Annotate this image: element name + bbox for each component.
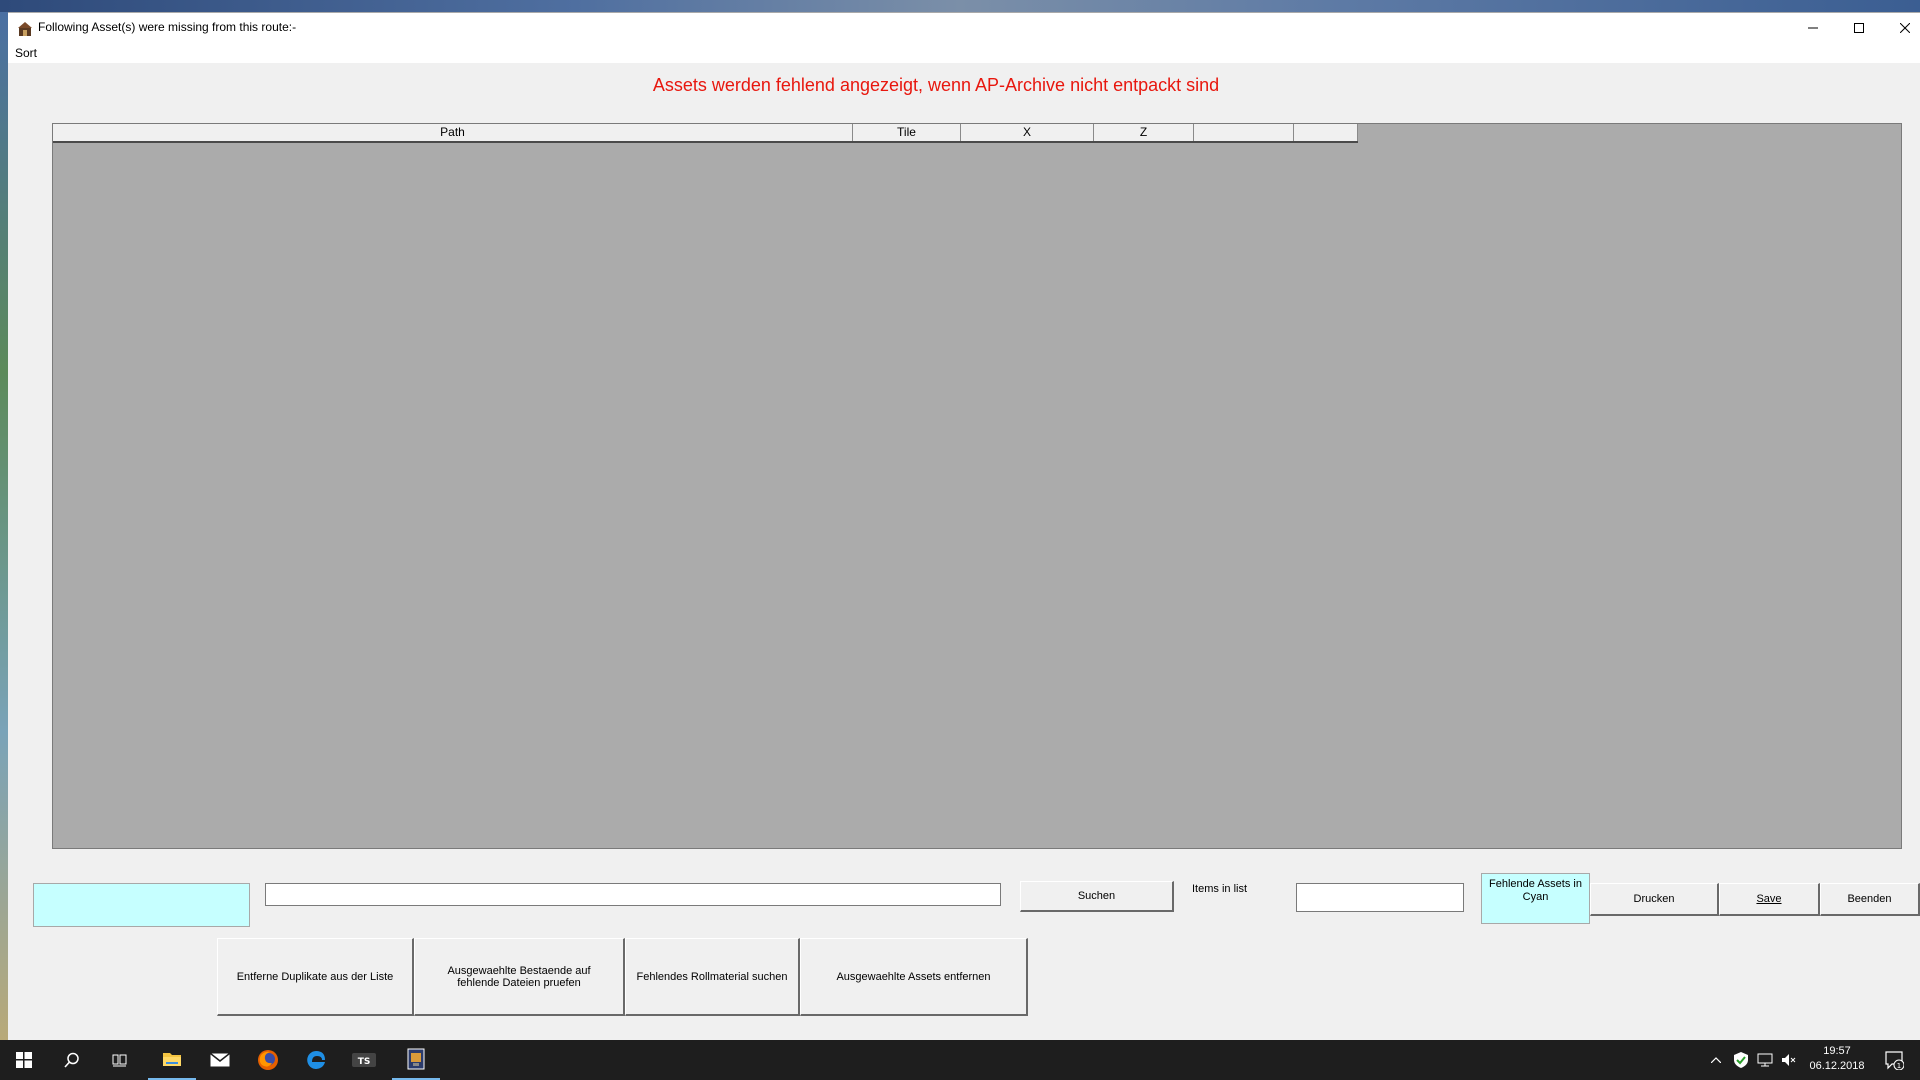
title-bar[interactable]: Following Asset(s) were missing from thi… bbox=[8, 13, 1920, 43]
remove-duplicates-button[interactable]: Entferne Duplikate aus der Liste bbox=[217, 938, 414, 1016]
missing-assets-cyan-legend: Fehlende Assets in Cyan bbox=[1481, 873, 1590, 924]
train-simulator-icon[interactable]: TS bbox=[340, 1040, 388, 1080]
mail-icon[interactable] bbox=[196, 1040, 244, 1080]
route-tool-icon[interactable] bbox=[392, 1040, 440, 1080]
items-in-list-label: Items in list bbox=[1192, 883, 1248, 895]
taskbar: TS 19:57 06.12.2018 1 bbox=[0, 1040, 1920, 1080]
cyan-status-box bbox=[33, 883, 250, 927]
file-explorer-icon[interactable] bbox=[148, 1040, 196, 1080]
desktop-background-left bbox=[0, 12, 8, 1040]
grid-header: Path Tile X Z bbox=[53, 124, 1358, 143]
print-button[interactable]: Drucken bbox=[1590, 883, 1719, 916]
menu-sort[interactable]: Sort bbox=[15, 46, 37, 60]
missing-assets-window: Following Asset(s) were missing from thi… bbox=[8, 12, 1920, 1041]
save-button[interactable]: Save bbox=[1719, 883, 1820, 916]
notification-count: 1 bbox=[1897, 1062, 1901, 1070]
windows-start-icon[interactable] bbox=[0, 1040, 48, 1080]
firefox-icon[interactable] bbox=[244, 1040, 292, 1080]
clock-time: 19:57 bbox=[1823, 1045, 1851, 1057]
exit-button[interactable]: Beenden bbox=[1820, 883, 1920, 916]
column-header-tile[interactable]: Tile bbox=[853, 124, 961, 141]
maximize-button[interactable] bbox=[1836, 13, 1882, 43]
action-center-icon[interactable]: 1 bbox=[1876, 1040, 1912, 1080]
defender-icon[interactable] bbox=[1730, 1040, 1752, 1080]
close-button[interactable] bbox=[1882, 13, 1920, 43]
column-header-5[interactable] bbox=[1194, 124, 1294, 141]
minimize-button[interactable] bbox=[1790, 13, 1836, 43]
task-view-icon[interactable] bbox=[96, 1040, 144, 1080]
column-header-z[interactable]: Z bbox=[1094, 124, 1194, 141]
items-count-field[interactable] bbox=[1296, 883, 1464, 912]
chevron-up-icon[interactable] bbox=[1706, 1040, 1726, 1080]
find-rolling-stock-button[interactable]: Fehlendes Rollmaterial suchen bbox=[625, 938, 800, 1016]
app-icon bbox=[17, 21, 33, 37]
missing-assets-grid[interactable]: Path Tile X Z bbox=[52, 123, 1902, 849]
window-title: Following Asset(s) were missing from thi… bbox=[38, 20, 297, 34]
search-icon[interactable] bbox=[48, 1040, 96, 1080]
search-input[interactable] bbox=[265, 883, 1001, 906]
network-icon[interactable] bbox=[1754, 1040, 1776, 1080]
edge-icon[interactable] bbox=[292, 1040, 340, 1080]
search-button[interactable]: Suchen bbox=[1020, 881, 1174, 912]
svg-text:TS: TS bbox=[358, 1057, 371, 1067]
column-header-path[interactable]: Path bbox=[53, 124, 853, 141]
desktop-background bbox=[0, 0, 1920, 12]
system-clock[interactable]: 19:57 06.12.2018 bbox=[1796, 1044, 1878, 1074]
clock-date: 06.12.2018 bbox=[1809, 1060, 1865, 1072]
column-header-x[interactable]: X bbox=[961, 124, 1094, 141]
archive-notice: Assets werden fehlend angezeigt, wenn AP… bbox=[652, 75, 1220, 95]
menu-bar: Sort bbox=[8, 43, 1920, 63]
check-selected-button[interactable]: Ausgewaehlte Bestaende auf fehlende Date… bbox=[414, 938, 625, 1016]
remove-selected-assets-button[interactable]: Ausgewaehlte Assets entfernen bbox=[800, 938, 1028, 1016]
column-header-6[interactable] bbox=[1294, 124, 1358, 141]
